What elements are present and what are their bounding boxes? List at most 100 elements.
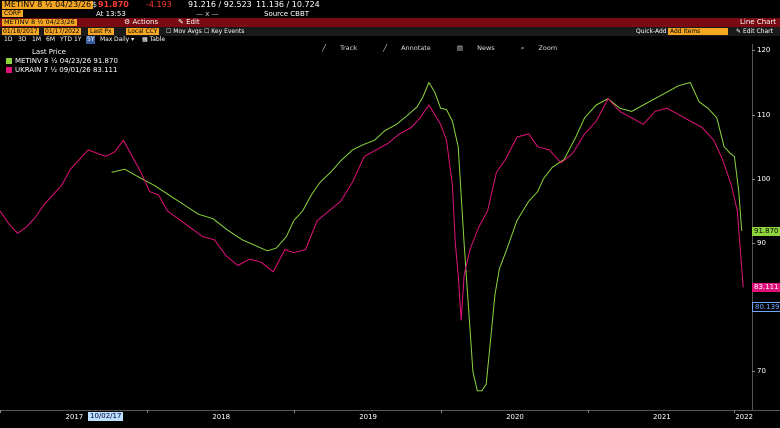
x-tick-label: 2022	[735, 413, 754, 421]
chart-plot-area[interactable]	[0, 44, 752, 410]
quick-add-field[interactable]: Add Items	[668, 28, 728, 35]
y-tick-label: 90	[757, 239, 766, 248]
period-6m[interactable]: 6M	[46, 36, 55, 44]
news-label: News	[477, 44, 495, 52]
actions-icon: ⚙	[124, 18, 133, 26]
track-label: Track	[339, 44, 357, 52]
annotate-icon: ╱	[383, 44, 390, 52]
bid-ask-size: 11.136 / 10.724	[256, 0, 320, 9]
legend-swatch-green	[6, 58, 12, 64]
legend-label: METINV 8 ½ 04/23/26 91.870	[15, 57, 118, 65]
bloomberg-chart-window: METINV 8 ½ 04/23/26 $ 91.870 -4.193 91.2…	[0, 0, 780, 428]
zoom-tool[interactable]: ⌕ Zoom	[521, 44, 569, 52]
value-tag-blue: 80.139	[752, 301, 780, 312]
periodicity-select[interactable]: Daily ▾	[114, 36, 134, 44]
period-1m[interactable]: 1M	[32, 36, 41, 44]
quote-dash: — x —	[196, 10, 219, 18]
period-5y[interactable]: 5Y	[86, 36, 96, 44]
series-line-ukrain	[0, 98, 744, 321]
ticker-menu-field[interactable]: METINV 8 ½ 04/23/26	[2, 19, 77, 26]
y-tick-label: 70	[757, 367, 766, 376]
period-ytd[interactable]: YTD	[60, 36, 72, 44]
edit-icon: ✎	[178, 18, 187, 26]
x-crosshair-date: 10/02/17	[88, 412, 124, 421]
period-1d[interactable]: 1D	[4, 36, 12, 44]
quote-bar: METINV 8 ½ 04/23/26 $ 91.870 -4.193 91.2…	[0, 0, 780, 10]
periodicity-label: Daily	[114, 36, 130, 43]
period-3d[interactable]: 3D	[18, 36, 26, 44]
legend-swatch-magenta	[6, 67, 12, 73]
field-selector[interactable]: Last Px	[88, 28, 114, 35]
y-tick-mark	[752, 243, 755, 245]
ticker-label: METINV 8 ½ 04/23/26	[4, 0, 92, 9]
y-tick-label: 100	[757, 174, 771, 183]
edit-chart-button[interactable]: ✎ Edit Chart	[736, 27, 773, 36]
quote-subbar: CORP At 13:53 — x — Source CBBT	[0, 10, 780, 18]
zoom-label: Zoom	[538, 44, 558, 52]
edit-chart-icon: ✎	[736, 28, 743, 35]
legend-title: Last Price	[32, 48, 66, 56]
chevron-down-icon: ▾	[129, 36, 135, 43]
line-chart	[0, 82, 744, 392]
y-tick-label: 120	[757, 46, 771, 55]
zoom-icon: ⌕	[520, 44, 527, 52]
x-tick-mark	[734, 410, 736, 413]
x-tick-label: 2019	[359, 413, 378, 421]
bid-ask: 91.216 / 92.523	[188, 0, 252, 9]
menu-bar: METINV 8 ½ 04/23/26 ⚙ Actions ✎ Edit Lin…	[0, 18, 780, 27]
news-tool[interactable]: ▤ News	[457, 44, 507, 52]
x-tick-mark	[587, 410, 589, 413]
mov-avgs-toggle[interactable]: ☐ Mov Avgs	[166, 27, 202, 36]
value-tag-green: 91.870	[752, 226, 780, 236]
x-tick-label: 2018	[212, 413, 231, 421]
series-line-metinv	[111, 82, 743, 392]
annotate-tool[interactable]: ╱ Annotate	[383, 44, 443, 52]
last-price: 91.870	[98, 0, 129, 9]
x-tick-mark	[146, 410, 148, 413]
y-tick-mark	[752, 178, 755, 180]
news-icon: ▤	[456, 44, 466, 52]
table-icon: ▦	[142, 36, 150, 43]
track-tool[interactable]: ╱ Track	[322, 44, 369, 52]
corp-badge: CORP	[2, 10, 23, 17]
quote-time: At 13:53	[96, 10, 126, 18]
legend-item[interactable]: UKRAIN 7 ½ 09/01/26 83.111	[6, 66, 118, 75]
legend-item[interactable]: METINV 8 ½ 04/23/26 91.870	[6, 57, 118, 66]
ticker-field[interactable]: METINV 8 ½ 04/23/26	[2, 0, 94, 9]
edit-label: Edit	[186, 18, 200, 26]
y-tick-mark	[752, 371, 755, 373]
actions-label: Actions	[132, 18, 159, 26]
x-tick-mark	[440, 410, 442, 413]
price-change: -4.193	[146, 0, 172, 9]
chart-legend: Last Price METINV 8 ½ 04/23/26 91.870 UK…	[6, 48, 118, 75]
x-tick-label: 2017	[65, 413, 84, 421]
currency-selector[interactable]: Local CCY	[126, 28, 160, 35]
value-tag-magenta: 83.111	[752, 282, 780, 292]
actions-menu[interactable]: ⚙ Actions	[124, 18, 158, 27]
chart-tools: ╱ Track ╱ Annotate ▤ News ⌕ Zoom	[322, 44, 581, 53]
edit-chart-label: Edit Chart	[742, 28, 773, 35]
source-label: Source CBBT	[264, 10, 310, 18]
options-bar: 01/18/2017 01/17/2022 Last Px Local CCY …	[0, 27, 780, 36]
y-tick-mark	[752, 114, 755, 116]
period-1y[interactable]: 1Y	[74, 36, 81, 44]
mov-avgs-label: Mov Avgs	[173, 28, 202, 35]
table-toggle[interactable]: ▦ Table	[142, 36, 165, 44]
key-events-label: Key Events	[211, 28, 245, 35]
date-from-field[interactable]: 01/18/2017	[2, 28, 39, 35]
annotate-label: Annotate	[401, 44, 431, 52]
date-to-field[interactable]: 01/17/2022	[44, 28, 81, 35]
key-events-toggle[interactable]: ☐ Key Events	[204, 27, 244, 36]
legend-label: UKRAIN 7 ½ 09/01/26 83.111	[15, 66, 118, 74]
x-tick-label: 2020	[506, 413, 524, 421]
price-prefix: $	[92, 0, 98, 9]
track-icon: ╱	[322, 44, 328, 52]
view-type-label: Line Chart	[740, 18, 777, 26]
x-tick-mark	[0, 410, 1, 413]
period-max[interactable]: Max	[100, 36, 112, 44]
table-label: Table	[149, 36, 166, 43]
y-tick-mark	[752, 50, 755, 52]
y-tick-label: 110	[757, 110, 771, 119]
x-tick-mark	[293, 410, 295, 413]
edit-menu[interactable]: ✎ Edit	[178, 18, 200, 27]
